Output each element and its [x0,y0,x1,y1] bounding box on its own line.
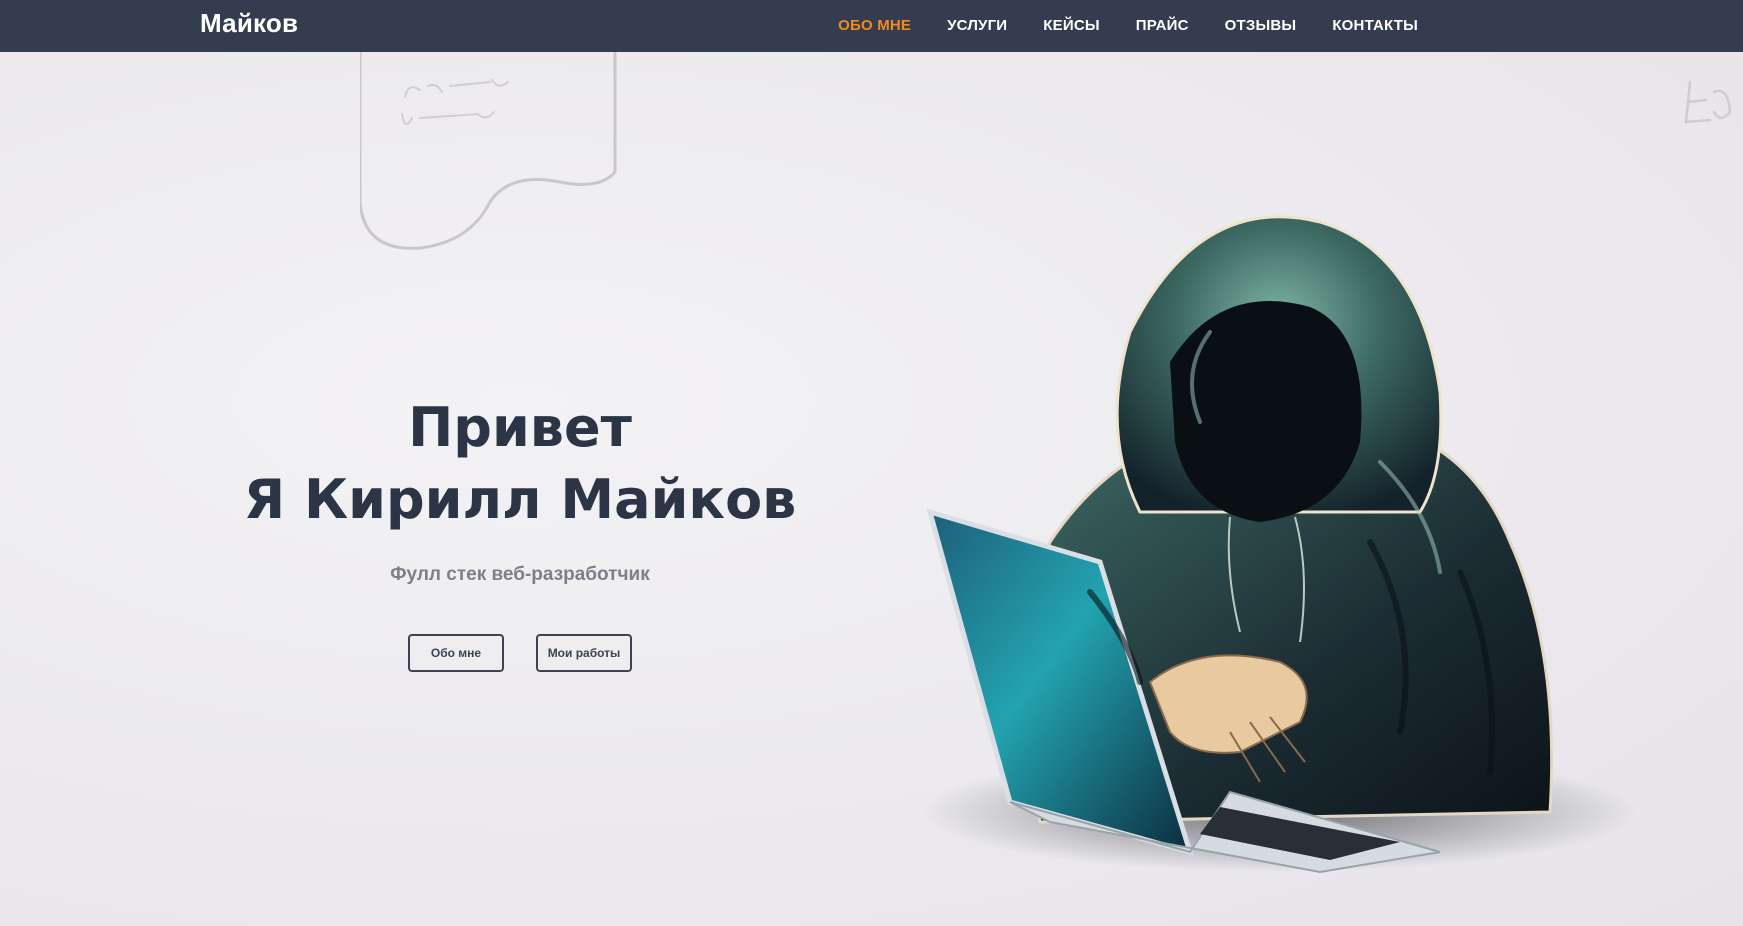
hero-section: Привет Я Кирилл Майков Фулл стек веб-раз… [0,52,1743,926]
my-works-button[interactable]: Мои работы [536,634,632,672]
nav-link-about[interactable]: ОБО МНЕ [838,17,911,34]
hero-title-name: Я Кирилл Майков [243,468,797,531]
nav-link-cases[interactable]: КЕЙСЫ [1043,17,1099,34]
nav-link-services[interactable]: УСЛУГИ [947,17,1007,34]
brand-logo-link[interactable]: Майков [200,8,298,39]
top-navbar: Майков ОБО МНЕ УСЛУГИ КЕЙСЫ ПРАЙС ОТЗЫВЫ… [0,0,1743,52]
nav-item-services: УСЛУГИ [947,17,1007,35]
nav-menu: ОБО МНЕ УСЛУГИ КЕЙСЫ ПРАЙС ОТЗЫВЫ КОНТАК… [838,0,1418,52]
hero-title-greeting: Привет [408,396,632,459]
hero-title: Привет Я Кирилл Майков [200,392,840,536]
hero-buttons: Обо мне Мои работы [200,634,840,672]
nav-link-reviews[interactable]: ОТЗЫВЫ [1225,17,1297,34]
about-me-button[interactable]: Обо мне [408,634,504,672]
hero-text-block: Привет Я Кирилл Майков Фулл стек веб-раз… [200,392,840,672]
nav-item-about: ОБО МНЕ [838,17,911,35]
nav-item-contacts: КОНТАКТЫ [1332,17,1418,35]
whiteboard-sketch-graphic [360,52,617,250]
nav-link-price[interactable]: ПРАЙС [1136,17,1189,34]
hooded-developer-illustration [920,215,1640,874]
nav-item-reviews: ОТЗЫВЫ [1225,17,1297,35]
hero-subtitle: Фулл стек веб-разработчик [390,564,650,585]
whiteboard-scribble-graphic [1684,80,1732,124]
nav-item-price: ПРАЙС [1136,17,1189,35]
nav-link-contacts[interactable]: КОНТАКТЫ [1332,17,1418,34]
nav-item-cases: КЕЙСЫ [1043,17,1099,35]
